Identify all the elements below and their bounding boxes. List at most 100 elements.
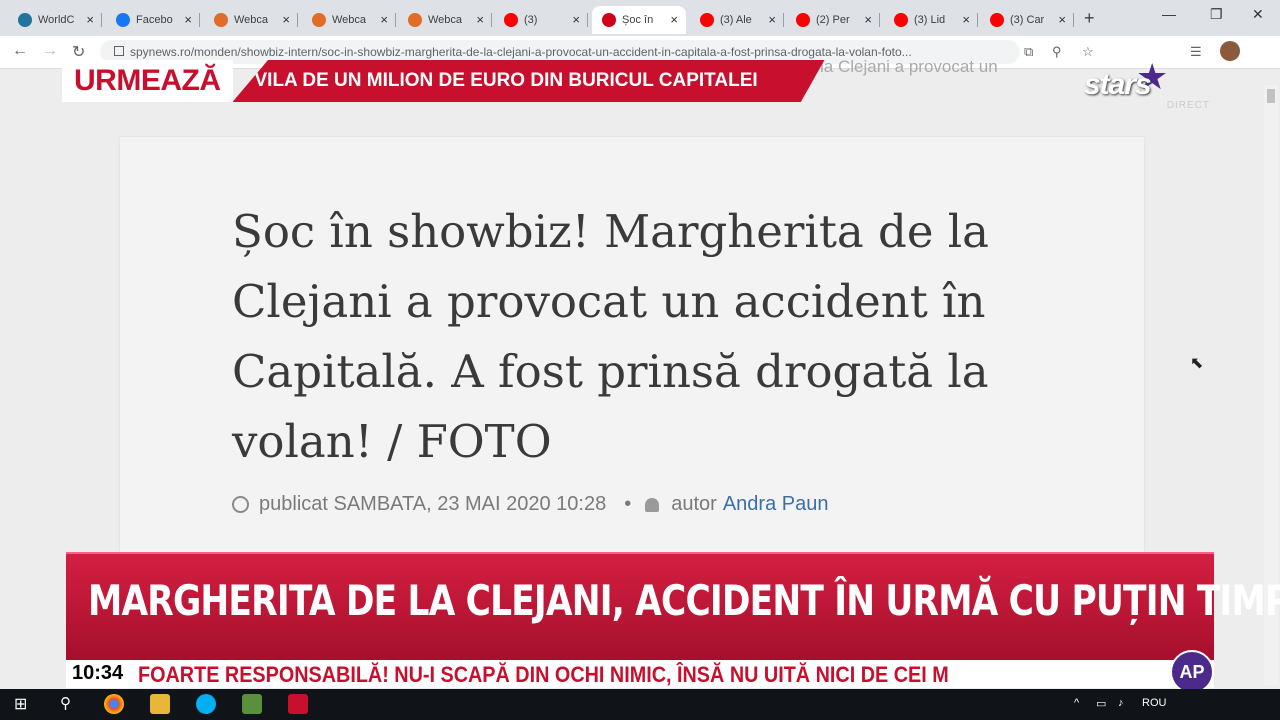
article-headline: Șoc în showbiz! Margherita de la Clejani…	[232, 205, 990, 468]
facebook-icon	[116, 13, 130, 27]
channel-live-label: DIRECT	[1166, 100, 1210, 111]
youtube-icon	[700, 13, 714, 27]
author-label: autor	[671, 493, 717, 515]
up-next-label: URMEAZĂ	[62, 60, 233, 102]
webcam-icon	[408, 13, 422, 27]
browser-tab[interactable]: (3) Ale ×	[690, 6, 784, 34]
tab-title: Webca	[428, 14, 463, 26]
browser-tab[interactable]: Facebo ×	[106, 6, 200, 34]
ticker-clock: 10:34	[72, 662, 124, 684]
volume-icon[interactable]: ♪	[1118, 697, 1124, 709]
windows-taskbar: ⊞ ⚲ ^ ▭ ♪ ROU	[0, 689, 1280, 720]
spynews-icon	[602, 13, 616, 27]
tray-chevron-icon[interactable]: ^	[1074, 697, 1079, 709]
forward-icon[interactable]: →	[42, 42, 58, 60]
minimize-icon[interactable]: —	[1162, 6, 1176, 22]
url-text: spynews.ro/monden/showbiz-intern/soc-in-…	[130, 45, 912, 59]
tab-title: WorldC	[38, 14, 75, 26]
news-lower-third: MARGHERITA DE LA CLEJANI, ACCIDENT ÎN UR…	[66, 552, 1280, 662]
tab-close-icon[interactable]: ×	[768, 12, 776, 27]
tab-close-icon[interactable]: ×	[86, 12, 94, 27]
keyboard-language[interactable]: ROU	[1142, 697, 1166, 709]
browser-tab[interactable]: (3) Lid ×	[884, 6, 978, 34]
tab-title: Webca	[332, 14, 367, 26]
youtube-icon	[990, 13, 1004, 27]
browser-tab[interactable]: Șoc în ×	[592, 6, 686, 34]
tab-close-icon[interactable]: ×	[380, 12, 388, 27]
news-ticker: 10:34 FOARTE RESPONSABILĂ! NU-I SCAPĂ DI…	[66, 660, 1214, 688]
browser-tab[interactable]: Webca ×	[302, 6, 396, 34]
youtube-icon	[504, 13, 518, 27]
tab-divider	[587, 13, 588, 27]
tab-title: Șoc în	[622, 14, 654, 26]
zoom-icon[interactable]: ⚲	[1052, 44, 1062, 60]
restore-icon[interactable]: ❐	[1210, 6, 1223, 23]
channel-name: stars	[1084, 68, 1152, 101]
tab-close-icon[interactable]: ×	[670, 12, 678, 27]
ap-app-icon[interactable]	[288, 694, 308, 714]
network-icon[interactable]: ▭	[1096, 697, 1106, 710]
tab-close-icon[interactable]: ×	[282, 12, 290, 27]
lock-icon	[114, 46, 124, 56]
wordpress-icon	[18, 13, 32, 27]
youtube-icon	[796, 13, 810, 27]
tab-close-icon[interactable]: ×	[572, 12, 580, 27]
tab-close-icon[interactable]: ×	[864, 12, 872, 27]
app-stack-icon[interactable]	[242, 694, 262, 714]
tab-title: (3) Car	[1010, 14, 1045, 26]
ticker-text: FOARTE RESPONSABILĂ! NU-I SCAPĂ DIN OCHI…	[138, 662, 949, 687]
up-next-text: VILA DE UN MILION DE EURO DIN BURICUL CA…	[232, 60, 825, 102]
close-window-icon[interactable]: ✕	[1252, 6, 1264, 23]
profile-avatar[interactable]	[1220, 41, 1240, 61]
tab-divider	[1073, 13, 1074, 27]
tab-close-icon[interactable]: ×	[184, 12, 192, 27]
tab-divider	[783, 13, 784, 27]
new-tab-button[interactable]: +	[1084, 8, 1095, 29]
browser-tab[interactable]: Webca ×	[398, 6, 492, 34]
browser-tab[interactable]: (2) Per ×	[786, 6, 880, 34]
publish-date: publicat SAMBATA, 23 MAI 2020 10:28	[259, 493, 607, 515]
up-next-banner: URMEAZĂ VILA DE UN MILION DE EURO DIN BU…	[62, 60, 825, 102]
tab-divider	[199, 13, 200, 27]
windows-start-icon[interactable]: ⊞	[14, 694, 27, 714]
tab-close-icon[interactable]: ×	[476, 12, 484, 27]
ap-logo: AP	[1170, 650, 1214, 694]
browser-tab[interactable]: (3) ×	[494, 6, 588, 34]
tab-title: Webca	[234, 14, 269, 26]
clock-icon	[232, 496, 249, 513]
tab-divider	[101, 13, 102, 27]
reload-icon[interactable]: ↻	[72, 42, 85, 62]
translate-icon[interactable]: ⧉	[1024, 44, 1033, 60]
tab-title: Facebo	[136, 14, 173, 26]
youtube-icon	[894, 13, 908, 27]
faded-heading-text: la Clejani a provocat un	[820, 57, 998, 76]
file-explorer-icon[interactable]	[150, 694, 170, 714]
browser-tab[interactable]: WorldC ×	[8, 6, 102, 34]
lower-third-title: MARGHERITA DE LA CLEJANI, ACCIDENT ÎN UR…	[88, 576, 1280, 625]
browser-tab[interactable]: (3) Car ×	[980, 6, 1074, 34]
search-icon[interactable]: ⚲	[60, 694, 71, 712]
webcam-icon	[312, 13, 326, 27]
back-icon[interactable]: ←	[12, 42, 28, 60]
article-meta: publicat SAMBATA, 23 MAI 2020 10:28 • au…	[232, 493, 828, 516]
browser-tab[interactable]: Webca ×	[204, 6, 298, 34]
scrollbar-thumb[interactable]	[1267, 89, 1275, 103]
tab-close-icon[interactable]: ×	[1058, 12, 1066, 27]
chrome-icon[interactable]	[104, 694, 124, 714]
user-icon	[645, 497, 660, 512]
tab-divider	[977, 13, 978, 27]
tab-divider	[297, 13, 298, 27]
tab-close-icon[interactable]: ×	[962, 12, 970, 27]
author-link[interactable]: Andra Paun	[723, 493, 829, 516]
channel-logo: ★ stars DIRECT	[1084, 56, 1210, 116]
skype-icon[interactable]	[196, 694, 216, 714]
tab-divider	[491, 13, 492, 27]
tab-divider	[395, 13, 396, 27]
webcam-icon	[214, 13, 228, 27]
tab-title: (3) Lid	[914, 14, 946, 26]
meta-separator: •	[624, 493, 632, 515]
mouse-cursor-icon: ⬉	[1190, 355, 1204, 372]
tab-title: (2) Per	[816, 14, 850, 26]
tab-title: (3) Ale	[720, 14, 752, 26]
tab-title: (3)	[524, 14, 538, 26]
